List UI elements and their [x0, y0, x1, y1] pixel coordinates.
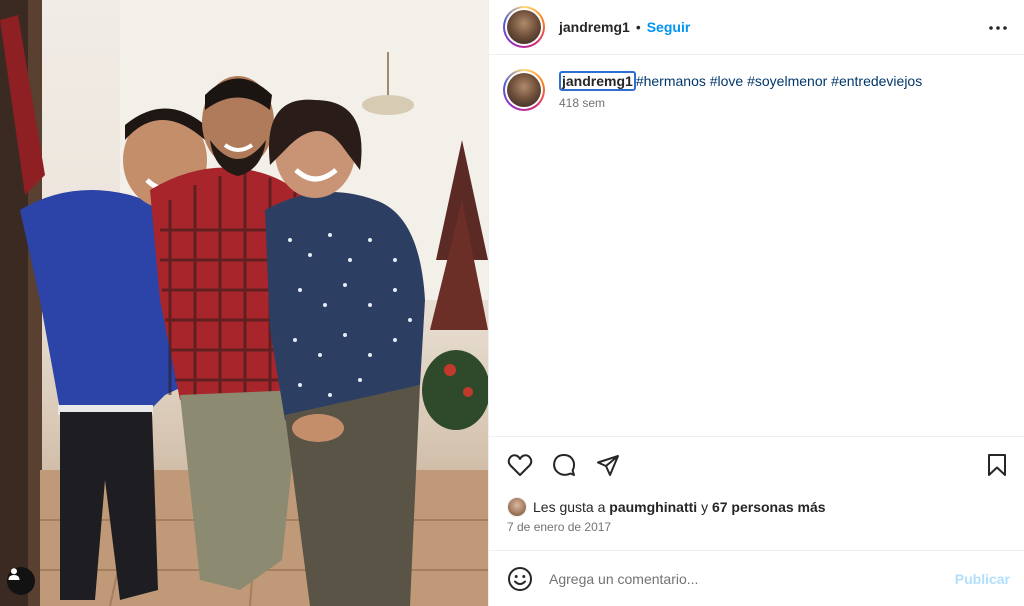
caption-timestamp[interactable]: 418 sem — [559, 96, 922, 110]
caption: jandremg1 #hermanos #love #soyelmenor #en… — [503, 69, 1010, 111]
likes-prefix: Les gusta a — [533, 499, 606, 515]
emoji-icon — [508, 566, 532, 591]
comment-button[interactable] — [549, 450, 579, 480]
post-details-panel: jandremg1 • Seguir jandremg1 #hermanos #l… — [488, 0, 1024, 606]
tagged-users-button[interactable] — [7, 567, 35, 595]
likes-others-link[interactable]: 67 personas más — [712, 499, 826, 515]
more-options-button[interactable] — [988, 18, 1008, 38]
post-header: jandremg1 • Seguir — [489, 0, 1024, 55]
add-comment-bar: Publicar — [489, 550, 1024, 606]
action-bar — [505, 449, 1012, 481]
comments-section: jandremg1 #hermanos #love #soyelmenor #en… — [489, 55, 1024, 437]
comment-icon — [553, 454, 576, 476]
more-horizontal-icon — [989, 26, 1007, 30]
caption-avatar[interactable] — [503, 69, 545, 111]
hashtag-link[interactable]: #entredeviejos — [831, 73, 922, 89]
send-icon — [597, 455, 619, 476]
likes-connector: y — [701, 499, 709, 515]
hashtag-link[interactable]: #hermanos — [636, 73, 706, 89]
caption-username[interactable]: jandremg1 — [559, 71, 636, 91]
liker-avatar[interactable] — [507, 497, 527, 517]
heart-icon — [507, 454, 533, 476]
save-button[interactable] — [982, 450, 1012, 480]
avatar-image — [507, 10, 541, 44]
comment-input[interactable] — [549, 570, 955, 587]
likes-summary: Les gusta a paumghinatti y 67 personas m… — [507, 497, 826, 517]
hashtag-link[interactable]: #love — [710, 73, 743, 89]
liker-username[interactable]: paumghinatti — [609, 499, 697, 515]
photo-illustration — [0, 0, 488, 606]
emoji-button[interactable] — [505, 564, 535, 594]
post-photo[interactable] — [0, 0, 488, 606]
header-username[interactable]: jandremg1 — [559, 19, 630, 35]
hashtag-link[interactable]: #soyelmenor — [747, 73, 827, 89]
user-icon — [8, 568, 20, 580]
avatar[interactable] — [503, 6, 545, 48]
like-button[interactable] — [505, 450, 535, 480]
bookmark-icon — [988, 454, 1006, 476]
follow-button[interactable]: Seguir — [647, 19, 691, 35]
caption-text: jandremg1 #hermanos #love #soyelmenor #en… — [559, 71, 922, 91]
caption-avatar-image — [507, 73, 541, 107]
publish-button[interactable]: Publicar — [955, 571, 1010, 587]
post-date[interactable]: 7 de enero de 2017 — [507, 520, 611, 534]
share-button[interactable] — [593, 450, 623, 480]
header-separator: • — [635, 19, 641, 35]
